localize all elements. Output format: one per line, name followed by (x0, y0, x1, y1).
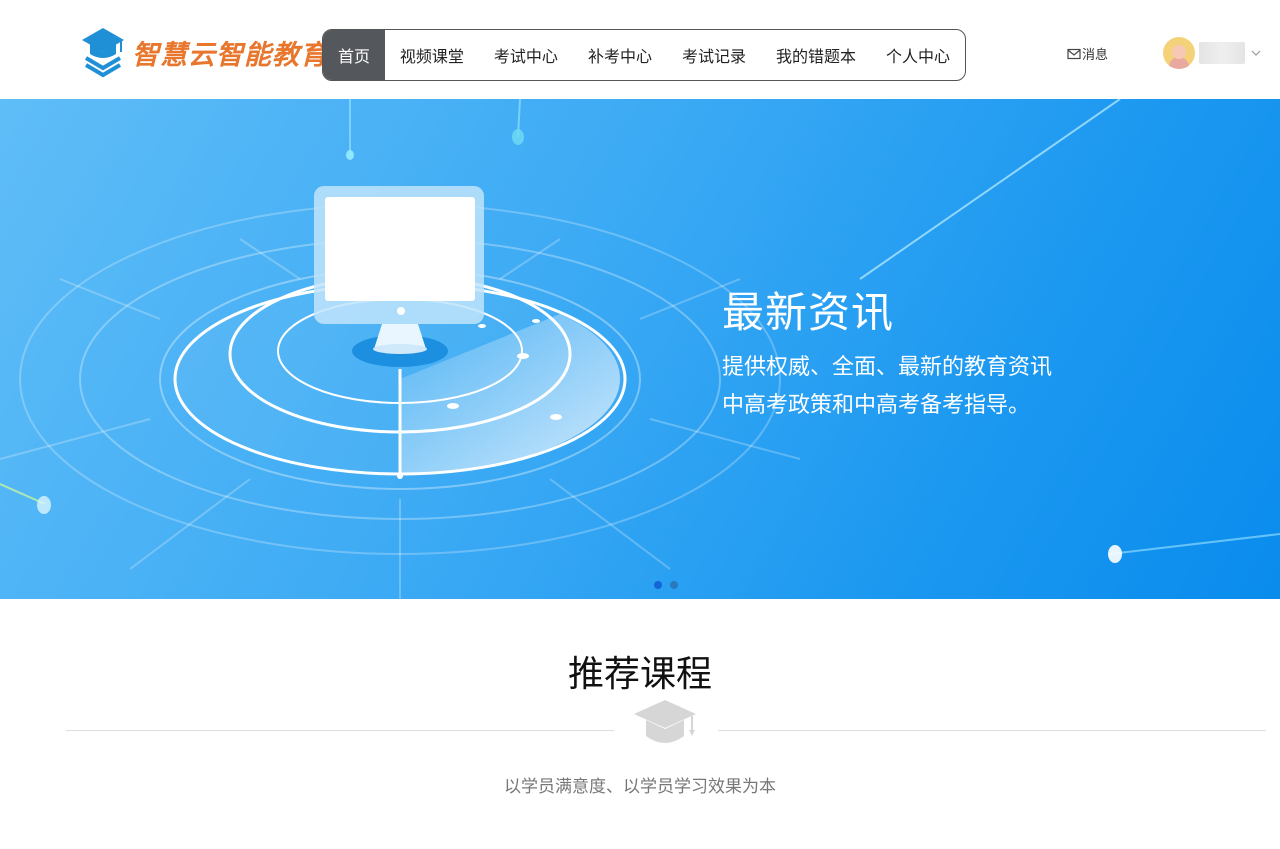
section-divider-right (718, 730, 1266, 731)
graduation-cap-logo-icon (82, 28, 124, 78)
banner-subtitle: 提供权威、全面、最新的教育资讯 中高考政策和中高考备考指导。 (722, 349, 1052, 425)
messages-label: 消息 (1082, 48, 1109, 63)
messages-link[interactable]: 消息 (1067, 44, 1108, 63)
banner-subtitle-line-2: 中高考政策和中高考备考指导。 (722, 393, 1031, 418)
nav-item-personal-center[interactable]: 个人中心 (871, 30, 965, 80)
nav-item-makeup-exam[interactable]: 补考中心 (573, 30, 667, 80)
nav-item-home[interactable]: 首页 (323, 30, 385, 80)
main-nav: 首页 视频课堂 考试中心 补考中心 考试记录 我的错题本 个人中心 (322, 29, 966, 81)
carousel-dot-2[interactable] (670, 581, 678, 589)
graduation-cap-icon (634, 700, 696, 743)
nav-item-wrong-questions[interactable]: 我的错题本 (761, 30, 871, 80)
avatar (1163, 37, 1195, 69)
envelope-icon (1067, 48, 1081, 59)
user-name-blurred (1199, 42, 1245, 64)
nav-item-exam-records[interactable]: 考试记录 (667, 30, 761, 80)
carousel-dots (654, 581, 678, 589)
section-divider-left (66, 730, 614, 731)
carousel-dot-1[interactable] (654, 581, 662, 589)
user-menu[interactable] (1163, 37, 1261, 69)
nav-item-video-class[interactable]: 视频课堂 (385, 30, 479, 80)
monitor-radar-illustration (0, 99, 1280, 599)
section-title: 推荐课程 (567, 654, 712, 695)
chevron-down-icon (1251, 50, 1261, 56)
section-subtitle: 以学员满意度、以学员学习效果为本 (504, 777, 776, 797)
nav-item-exam-center[interactable]: 考试中心 (479, 30, 573, 80)
hero-banner[interactable]: 最新资讯 提供权威、全面、最新的教育资讯 中高考政策和中高考备考指导。 (0, 99, 1280, 599)
banner-title: 最新资讯 (722, 288, 895, 337)
site-header: 智慧云智能教育平台 首页 视频课堂 考试中心 补考中心 考试记录 我的错题本 个… (0, 0, 1280, 99)
banner-subtitle-line-1: 提供权威、全面、最新的教育资讯 (722, 355, 1053, 380)
